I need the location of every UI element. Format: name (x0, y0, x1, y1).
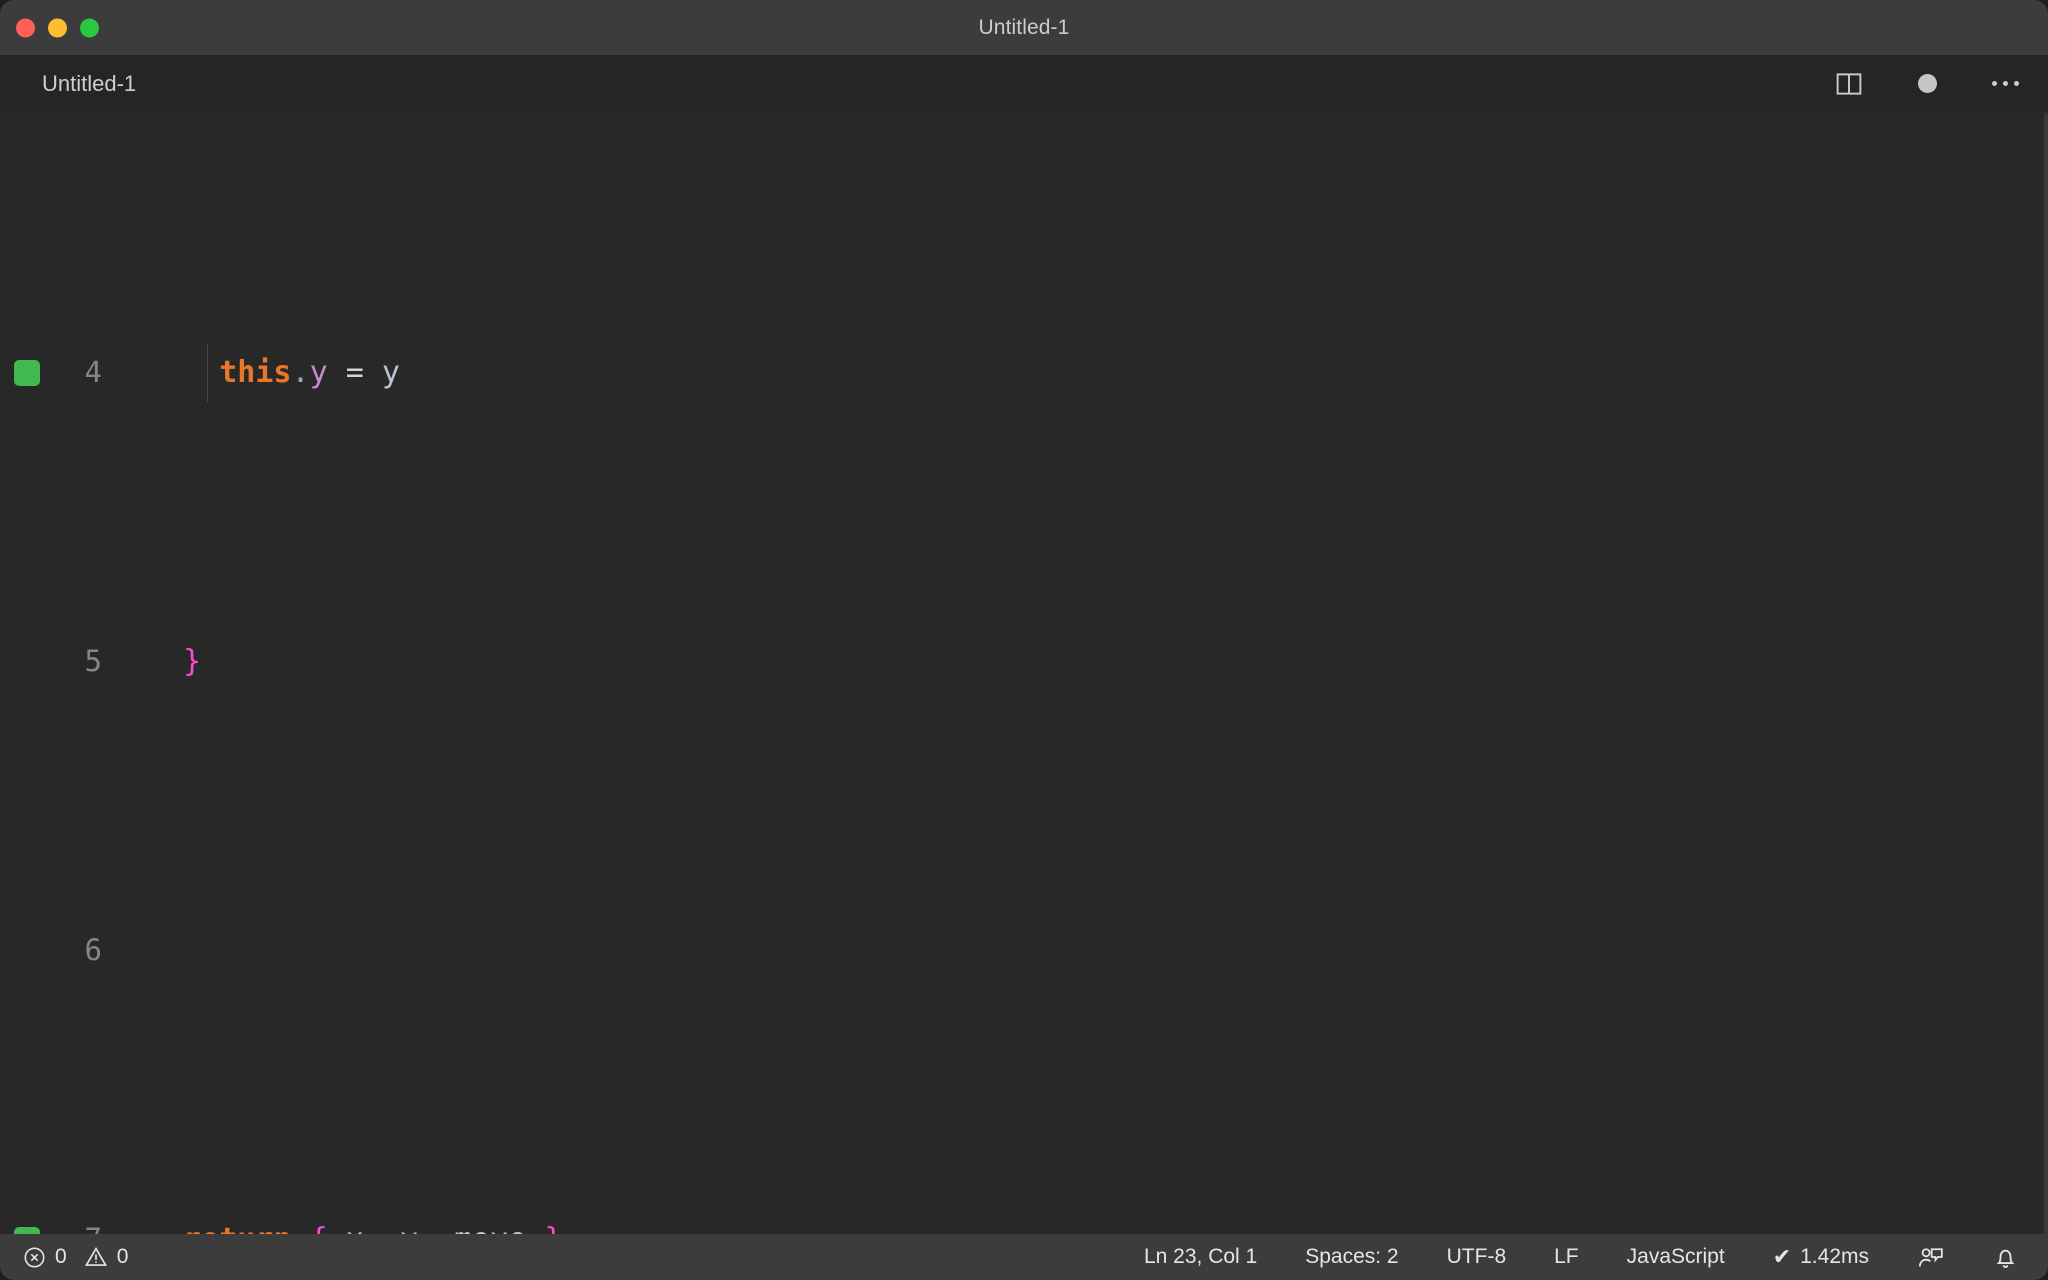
editor-actions (1832, 55, 2022, 112)
warning-count: 0 (116, 1245, 129, 1268)
editor-vertical-scrollbar[interactable] (2044, 113, 2048, 1234)
line-content: this.y = y (128, 344, 2048, 402)
code-line: 7 return { x, y, move } (0, 1211, 2048, 1234)
traffic-light-group (16, 18, 99, 37)
code-surface[interactable]: 4 this.y = y 5 } 6 7 return { x, y, move… (0, 113, 2048, 1234)
cursor-position-status[interactable]: Ln 23, Col 1 (1135, 1234, 1266, 1280)
line-content: } (183, 644, 202, 680)
problems-status[interactable]: 0 0 (14, 1234, 137, 1280)
bell-icon[interactable] (1983, 1234, 2028, 1280)
error-count: 0 (55, 1245, 67, 1268)
coverage-indicator (14, 649, 40, 675)
window-title: Untitled-1 (978, 15, 1070, 39)
code-line: 4 this.y = y (0, 344, 2048, 402)
language-mode-status[interactable]: JavaScript (1618, 1234, 1734, 1280)
minimize-window-button[interactable] (48, 18, 67, 37)
status-bar: 0 0 Ln 23, Col 1 Spaces: 2 UTF-8 LF Java… (0, 1234, 2048, 1280)
window-titlebar: Untitled-1 (0, 0, 2048, 55)
maximize-window-button[interactable] (80, 18, 99, 37)
editor-tabbar: Untitled-1 (0, 55, 2048, 112)
more-actions-icon[interactable] (1988, 67, 2022, 101)
encoding-status[interactable]: UTF-8 (1438, 1234, 1516, 1280)
warning-triangle-icon (84, 1245, 108, 1269)
feedback-person-icon[interactable] (1908, 1234, 1953, 1280)
vscode-window: Untitled-1 Untitled-1 4 this.y = y 5} 6… (0, 0, 2048, 1280)
status-bar-left: 0 0 (0, 1234, 137, 1280)
tab-label: Untitled-1 (42, 70, 137, 96)
quokka-run-status[interactable]: ✔ 1.42ms (1764, 1234, 1878, 1280)
status-bar-right: Ln 23, Col 1 Spaces: 2 UTF-8 LF JavaScri… (1135, 1234, 2048, 1280)
coverage-indicator (14, 360, 40, 387)
coverage-indicator (14, 1227, 40, 1234)
error-circle-icon (23, 1246, 46, 1269)
close-window-button[interactable] (16, 18, 35, 37)
indentation-status[interactable]: Spaces: 2 (1296, 1234, 1407, 1280)
split-editor-icon[interactable] (1832, 67, 1866, 101)
code-editor[interactable]: 4 this.y = y 5 } 6 7 return { x, y, move… (0, 112, 2048, 1234)
check-icon: ✔ (1772, 1244, 1792, 1269)
tab-untitled-1[interactable]: Untitled-1 (0, 55, 163, 112)
coverage-indicator (14, 938, 40, 964)
unsaved-dot-icon[interactable] (1910, 67, 1944, 101)
run-time-label: 1.42ms (1800, 1245, 1869, 1268)
eol-status[interactable]: LF (1545, 1234, 1588, 1280)
line-content: return { x, y, move } (128, 1211, 2048, 1234)
code-line: 6 (0, 922, 2048, 980)
code-line: 5 } (0, 633, 2048, 691)
